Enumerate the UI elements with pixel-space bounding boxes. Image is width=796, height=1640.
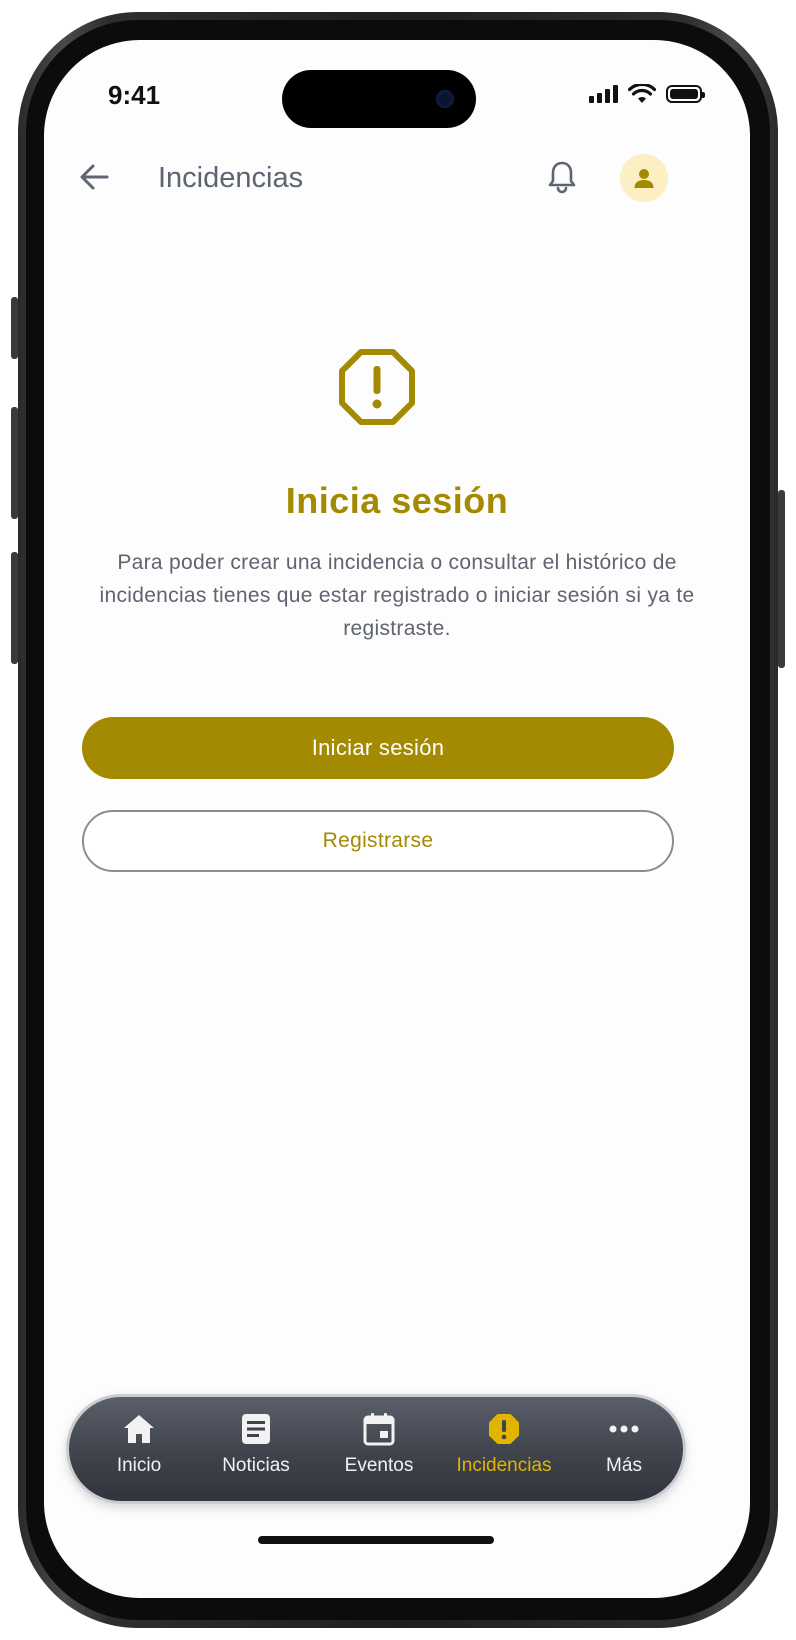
login-button[interactable]: Iniciar sesión	[82, 717, 674, 779]
tab-inicio[interactable]: Inicio	[79, 1411, 199, 1491]
battery-icon	[666, 85, 705, 103]
home-icon	[124, 1415, 154, 1443]
phone-frame: 9:41 Incidencias Inicia sesión Para pode…	[11, 12, 785, 1628]
warning-octagon-icon	[339, 349, 415, 425]
more-icon	[609, 1425, 639, 1433]
screen: 9:41 Incidencias Inicia sesión Para pode…	[44, 40, 750, 1598]
tab-label: Más	[606, 1455, 642, 1476]
wifi-icon	[628, 84, 656, 103]
action-button	[11, 297, 18, 359]
back-button[interactable]	[72, 155, 116, 199]
tab-mas[interactable]: Más	[564, 1411, 684, 1491]
status-icons	[589, 84, 705, 104]
profile-avatar-button[interactable]	[620, 154, 668, 202]
arrow-left-icon	[80, 164, 109, 190]
notifications-button[interactable]	[540, 154, 584, 200]
bottom-tab-bar: Inicio Noticias Eventos Incidencias Más	[66, 1394, 686, 1504]
alert-icon	[489, 1414, 519, 1444]
home-indicator[interactable]	[258, 1536, 494, 1544]
tab-label: Noticias	[222, 1455, 290, 1476]
bell-icon	[548, 161, 576, 194]
tab-label: Incidencias	[456, 1455, 552, 1476]
page-title: Incidencias	[158, 162, 304, 194]
camera-icon	[436, 90, 454, 108]
status-time: 9:41	[108, 80, 161, 110]
tab-label: Inicio	[116, 1455, 162, 1476]
signal-icon	[589, 85, 618, 103]
description: Para poder crear una incidencia o consul…	[99, 551, 695, 640]
power-button	[778, 490, 785, 668]
tab-noticias[interactable]: Noticias	[196, 1411, 316, 1491]
tab-incidencias[interactable]: Incidencias	[444, 1411, 564, 1491]
volume-up-button	[11, 407, 18, 519]
tab-eventos[interactable]: Eventos	[319, 1411, 439, 1491]
news-icon	[242, 1414, 270, 1444]
dynamic-island	[282, 70, 476, 128]
calendar-icon	[363, 1413, 395, 1446]
volume-down-button	[11, 552, 18, 664]
register-button[interactable]: Registrarse	[82, 810, 674, 872]
tab-label: Eventos	[344, 1455, 414, 1476]
user-icon	[634, 169, 654, 188]
headline: Inicia sesión	[285, 480, 509, 521]
